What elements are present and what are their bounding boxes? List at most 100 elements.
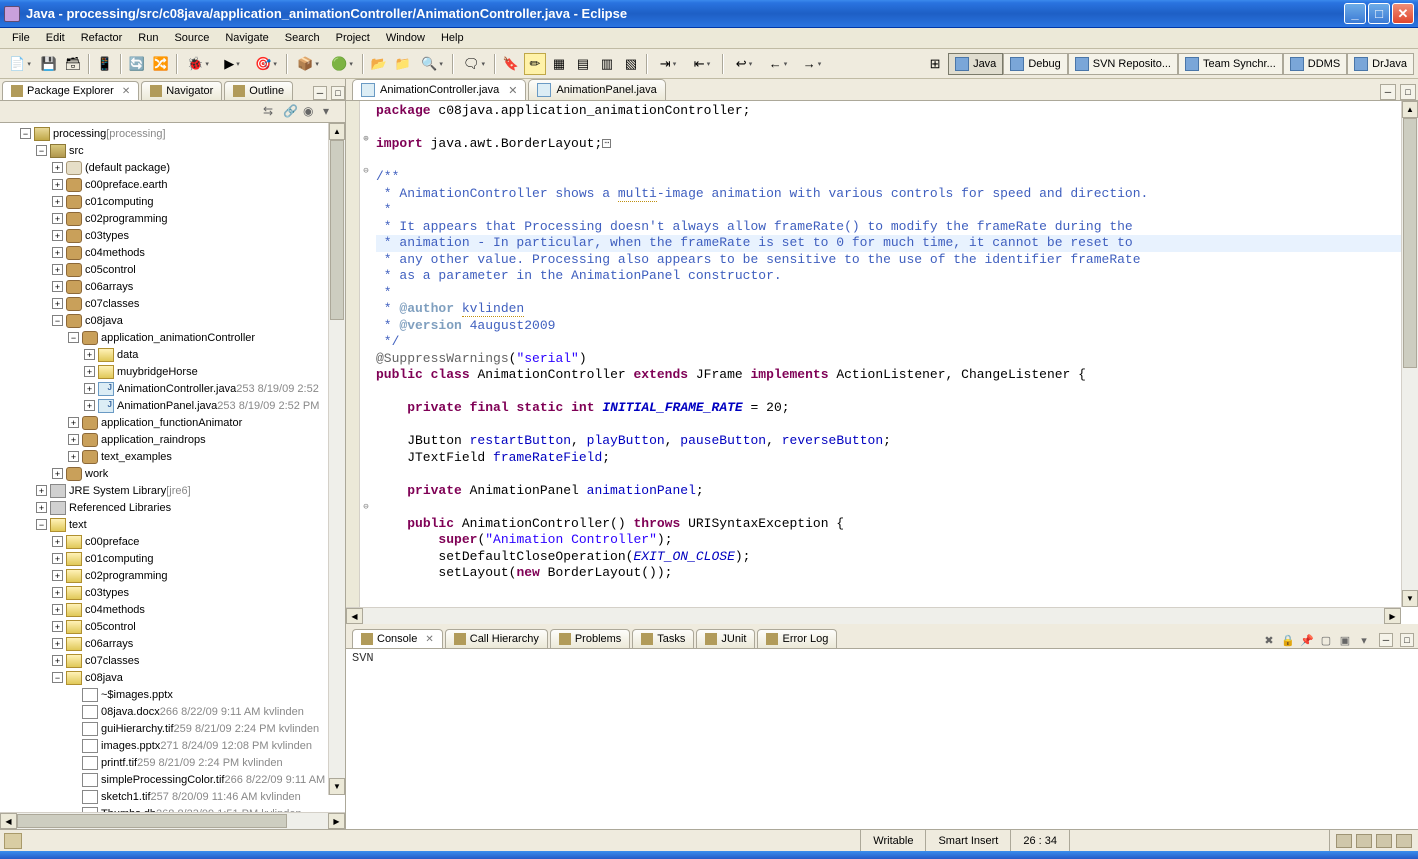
tree-item[interactable]: 08java.docx 266 8/22/09 9:11 AM kvlinden <box>0 703 345 720</box>
console-output[interactable]: SVN <box>346 649 1418 829</box>
bottom-tab-call-hierarchy[interactable]: Call Hierarchy <box>445 629 548 648</box>
tray-icon-1[interactable] <box>1336 834 1352 848</box>
menu-run[interactable]: Run <box>130 30 166 46</box>
menu-file[interactable]: File <box>4 30 38 46</box>
tree-item[interactable]: +AnimationPanel.java 253 8/19/09 2:52 PM <box>0 397 345 414</box>
next-annotation-button[interactable]: ⇥ <box>652 53 684 75</box>
tree-item[interactable]: +c02programming <box>0 567 345 584</box>
tree-item[interactable]: +JRE System Library [jre6] <box>0 482 345 499</box>
tree-item[interactable]: −application_animationController <box>0 329 345 346</box>
editor-tab-animationpanel-java[interactable]: AnimationPanel.java <box>528 79 665 100</box>
editor-fold-column[interactable]: ⊕⊖⊖ <box>360 101 372 624</box>
tree-item[interactable]: printf.tif 259 8/21/09 2:24 PM kvlinden <box>0 754 345 771</box>
tree-item[interactable]: +(default package) <box>0 159 345 176</box>
tree-item[interactable]: +text_examples <box>0 448 345 465</box>
run-last-button[interactable]: 🎯 <box>250 53 282 75</box>
tray-icon-2[interactable] <box>1356 834 1372 848</box>
new-package-button[interactable]: 📦 <box>292 53 324 75</box>
save-all-button[interactable]: 🗃 <box>62 53 84 75</box>
new-class-button[interactable]: 🟢 <box>326 53 358 75</box>
tree-item[interactable]: +c01computing <box>0 550 345 567</box>
maximize-button[interactable]: □ <box>1368 3 1390 24</box>
menu-refactor[interactable]: Refactor <box>73 30 131 46</box>
tree-item[interactable]: Thumbs.db 268 8/23/09 1:51 PM kvlinden <box>0 805 345 812</box>
save-button[interactable]: 💾 <box>38 53 60 75</box>
package-explorer-tree[interactable]: −processing [processing]−src+(default pa… <box>0 123 345 812</box>
debug-button[interactable]: 🐞 <box>182 53 214 75</box>
tree-item[interactable]: +application_raindrops <box>0 431 345 448</box>
run-button[interactable]: ▶ <box>216 53 248 75</box>
editor-vscrollbar[interactable]: ▲▼ <box>1401 101 1418 607</box>
perspective-debug[interactable]: Debug <box>1003 53 1067 75</box>
console-display-icon[interactable]: ▢ <box>1318 632 1334 648</box>
tree-item[interactable]: +c04methods <box>0 244 345 261</box>
bottom-minimize-button[interactable]: ─ <box>1379 633 1393 647</box>
open-perspective-button[interactable]: ⊞ <box>924 53 946 75</box>
console-scroll-lock-icon[interactable]: 🔒 <box>1280 632 1296 648</box>
console-clear-icon[interactable]: ✖ <box>1261 632 1277 648</box>
view-maximize-button[interactable]: □ <box>331 86 345 100</box>
tree-item[interactable]: −c08java <box>0 312 345 329</box>
search-button[interactable]: 🔍 <box>416 53 448 75</box>
forward-button[interactable]: → <box>796 53 828 75</box>
tree-item[interactable]: +data <box>0 346 345 363</box>
console-open-icon[interactable]: ▣ <box>1337 632 1353 648</box>
tree-item[interactable]: +c01computing <box>0 193 345 210</box>
refresh-button[interactable]: 🔄 <box>126 53 148 75</box>
perspective-ddms[interactable]: DDMS <box>1283 53 1347 75</box>
tree-item[interactable]: +c07classes <box>0 295 345 312</box>
tray-icon-4[interactable] <box>1396 834 1412 848</box>
code-editor[interactable]: ⊕⊖⊖ package c08java.application_animatio… <box>346 101 1418 624</box>
tree-item[interactable]: +AnimationController.java 253 8/19/09 2:… <box>0 380 345 397</box>
tree-item[interactable]: −processing [processing] <box>0 125 345 142</box>
focus-task-icon[interactable]: ◉ <box>303 104 319 120</box>
tree-item[interactable]: +application_functionAnimator <box>0 414 345 431</box>
editor-maximize-button[interactable]: □ <box>1400 84 1416 100</box>
bottom-tab-problems[interactable]: Problems <box>550 629 630 648</box>
show-source-button[interactable]: ▥ <box>596 53 618 75</box>
tree-item[interactable]: +c03types <box>0 584 345 601</box>
editor-minimize-button[interactable]: ─ <box>1380 84 1396 100</box>
tree-item[interactable]: −c08java <box>0 669 345 686</box>
tree-item[interactable]: −text <box>0 516 345 533</box>
tree-item[interactable]: +Referenced Libraries <box>0 499 345 516</box>
console-pin-icon[interactable]: 📌 <box>1299 632 1315 648</box>
tree-item[interactable]: +c05control <box>0 261 345 278</box>
tree-item[interactable]: +c07classes <box>0 652 345 669</box>
bottom-tab-error-log[interactable]: Error Log <box>757 629 837 648</box>
tree-item[interactable]: +c03types <box>0 227 345 244</box>
menu-search[interactable]: Search <box>277 30 328 46</box>
console-menu-icon[interactable]: ▾ <box>1356 632 1372 648</box>
editor-tab-animationcontroller-java[interactable]: AnimationController.java✕ <box>352 79 526 100</box>
open-task-button[interactable]: 📁 <box>392 53 414 75</box>
annotation-button[interactable]: 🗨 <box>458 53 490 75</box>
tree-item[interactable]: ~$images.pptx <box>0 686 345 703</box>
tree-item[interactable]: +c00preface.earth <box>0 176 345 193</box>
tree-item[interactable]: +work <box>0 465 345 482</box>
tree-item[interactable]: +c02programming <box>0 210 345 227</box>
menu-navigate[interactable]: Navigate <box>217 30 276 46</box>
menu-edit[interactable]: Edit <box>38 30 73 46</box>
tree-item[interactable]: +muybridgeHorse <box>0 363 345 380</box>
tree-item[interactable]: images.pptx 271 8/24/09 12:08 PM kvlinde… <box>0 737 345 754</box>
back-button[interactable]: ← <box>762 53 794 75</box>
tree-item[interactable]: +c06arrays <box>0 278 345 295</box>
view-minimize-button[interactable]: ─ <box>313 86 327 100</box>
view-tab-navigator[interactable]: Navigator <box>141 81 222 100</box>
new-button[interactable]: 📄 <box>4 53 36 75</box>
prev-annotation-button[interactable]: ⇤ <box>686 53 718 75</box>
menu-source[interactable]: Source <box>166 30 217 46</box>
tree-item[interactable]: +c04methods <box>0 601 345 618</box>
tree-item[interactable]: sketch1.tif 257 8/20/09 11:46 AM kvlinde… <box>0 788 345 805</box>
tree-hscrollbar[interactable]: ◀▶ <box>0 812 345 829</box>
bottom-tab-tasks[interactable]: Tasks <box>632 629 694 648</box>
tree-item[interactable]: simpleProcessingColor.tif 266 8/22/09 9:… <box>0 771 345 788</box>
toggle-breadcrumb-button[interactable]: ▧ <box>620 53 642 75</box>
perspective-java[interactable]: Java <box>948 53 1003 75</box>
close-button[interactable]: ✕ <box>1392 3 1414 24</box>
perspective-svn-reposito-[interactable]: SVN Reposito... <box>1068 53 1178 75</box>
bottom-tab-console[interactable]: Console✕ <box>352 629 443 648</box>
last-edit-button[interactable]: ↩ <box>728 53 760 75</box>
menu-project[interactable]: Project <box>328 30 378 46</box>
tree-item[interactable]: +c05control <box>0 618 345 635</box>
